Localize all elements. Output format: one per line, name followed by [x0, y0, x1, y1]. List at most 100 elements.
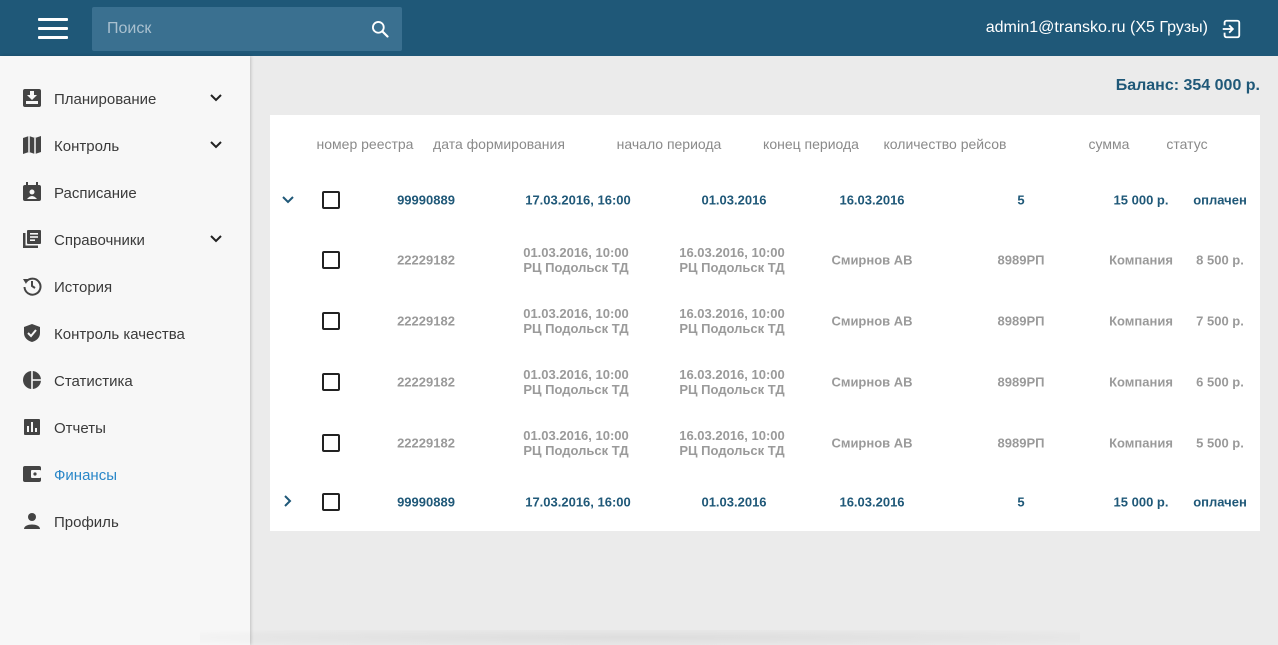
arrival: 16.03.2016, 10:00 РЦ Подольск ТД [679, 428, 785, 458]
column-header[interactable]: конец периода [763, 136, 859, 152]
column-header[interactable]: количество рейсов [884, 136, 1007, 152]
period-start: 01.03.2016 [701, 494, 767, 510]
row-checkbox[interactable] [322, 493, 340, 511]
status: оплачен [1193, 494, 1247, 510]
driver: Смирнов АВ [831, 374, 913, 390]
history-icon [23, 277, 42, 296]
created-date: 17.03.2016, 16:00 [525, 494, 631, 510]
bar-chart-icon [24, 419, 40, 435]
sidebar-item-label: Контроль [54, 138, 120, 155]
sidebar: Планирование Контроль Расписание Справоч… [0, 56, 250, 645]
shield-check-icon [24, 324, 40, 342]
row-checkbox[interactable] [322, 251, 340, 269]
top-bar: admin1@transko.ru (X5 Грузы) [0, 0, 1278, 56]
search-box [92, 7, 402, 51]
sidebar-item-label: Статистика [54, 373, 133, 390]
registry-number: 99990889 [397, 192, 455, 208]
sidebar-item-history[interactable]: История [0, 266, 250, 306]
departure: 01.03.2016, 10:00 РЦ Подольск ТД [523, 428, 629, 458]
sidebar-item-statistics[interactable]: Статистика [0, 360, 250, 400]
driver: Смирнов АВ [831, 313, 913, 329]
sidebar-item-label: Расписание [54, 185, 137, 202]
period-end: 16.03.2016 [839, 192, 905, 208]
departure: 01.03.2016, 10:00 РЦ Подольск ТД [523, 306, 629, 336]
registry-number: 99990889 [397, 494, 455, 510]
library-icon [23, 230, 41, 248]
chevron-right-icon[interactable] [280, 493, 296, 509]
chevron-down-icon[interactable] [208, 231, 224, 247]
sidebar-item-label: Контроль качества [54, 326, 185, 343]
chevron-down-icon[interactable] [280, 192, 296, 208]
driver: Смирнов АВ [831, 435, 913, 451]
carrier: Компания [1109, 313, 1173, 329]
waybill-number: 22229182 [397, 313, 455, 329]
logout-icon[interactable] [1220, 18, 1242, 40]
departure: 01.03.2016, 10:00 РЦ Подольск ТД [523, 367, 629, 397]
chevron-down-icon[interactable] [208, 137, 224, 153]
calendar-icon [23, 182, 41, 201]
column-header[interactable]: сумма [1089, 136, 1130, 152]
column-header[interactable]: начало периода [617, 136, 722, 152]
bottom-shadow [200, 630, 1080, 645]
created-date: 17.03.2016, 16:00 [525, 192, 631, 208]
menu-icon[interactable] [38, 16, 70, 42]
balance-label: Баланс: 354 000 р. [1115, 77, 1260, 94]
sidebar-item-label: Профиль [54, 514, 119, 531]
map-icon [23, 136, 41, 154]
search-input[interactable] [92, 7, 352, 51]
trips-count: 5 [1017, 192, 1025, 208]
column-header[interactable]: дата формирования [433, 136, 565, 152]
sidebar-item-label: История [54, 279, 113, 296]
amount: 7 500 р. [1196, 313, 1244, 329]
period-start: 01.03.2016 [701, 192, 767, 208]
sidebar-item-schedule[interactable]: Расписание [0, 172, 250, 212]
arrival: 16.03.2016, 10:00 РЦ Подольск ТД [679, 367, 785, 397]
row-checkbox[interactable] [322, 434, 340, 452]
column-header[interactable]: номер реестра [317, 136, 414, 152]
sidebar-item-label: Планирование [54, 91, 157, 108]
column-header[interactable]: статус [1166, 136, 1207, 152]
period-end: 16.03.2016 [839, 494, 905, 510]
sidebar-item-reports[interactable]: Отчеты [0, 407, 250, 447]
driver: Смирнов АВ [831, 252, 913, 268]
status: оплачен [1193, 192, 1247, 208]
waybill-number: 22229182 [397, 374, 455, 390]
amount: 8 500 р. [1196, 252, 1244, 268]
sidebar-item-label: Финансы [54, 467, 117, 484]
vehicle: 8989РП [997, 252, 1045, 268]
sidebar-item-label: Справочники [54, 232, 145, 249]
amount: 15 000 р. [1113, 192, 1169, 208]
amount: 6 500 р. [1196, 374, 1244, 390]
chevron-down-icon[interactable] [208, 90, 224, 106]
sidebar-item-label: Отчеты [54, 420, 106, 437]
sidebar-item-control[interactable]: Контроль [0, 125, 250, 165]
person-icon [24, 513, 40, 529]
search-icon[interactable] [370, 19, 390, 39]
waybill-number: 22229182 [397, 252, 455, 268]
sidebar-item-finance[interactable]: Финансы [0, 454, 250, 494]
vehicle: 8989РП [997, 313, 1045, 329]
waybill-number: 22229182 [397, 435, 455, 451]
trips-count: 5 [1017, 494, 1025, 510]
registry-table: номер реестра дата формирования начало п… [270, 115, 1260, 531]
sidebar-item-profile[interactable]: Профиль [0, 501, 250, 541]
row-checkbox[interactable] [322, 191, 340, 209]
row-checkbox[interactable] [322, 373, 340, 391]
wallet-icon [23, 466, 41, 482]
departure: 01.03.2016, 10:00 РЦ Подольск ТД [523, 245, 629, 275]
amount: 15 000 р. [1113, 494, 1169, 510]
vehicle: 8989РП [997, 374, 1045, 390]
vehicle: 8989РП [997, 435, 1045, 451]
sidebar-item-planning[interactable]: Планирование [0, 78, 250, 118]
arrival: 16.03.2016, 10:00 РЦ Подольск ТД [679, 306, 785, 336]
carrier: Компания [1109, 374, 1173, 390]
carrier: Компания [1109, 435, 1173, 451]
arrival: 16.03.2016, 10:00 РЦ Подольск ТД [679, 245, 785, 275]
carrier: Компания [1109, 252, 1173, 268]
sidebar-item-quality-control[interactable]: Контроль качества [0, 313, 250, 353]
amount: 5 500 р. [1196, 435, 1244, 451]
user-label[interactable]: admin1@transko.ru (X5 Грузы) [986, 19, 1208, 37]
row-checkbox[interactable] [322, 312, 340, 330]
sidebar-item-directories[interactable]: Справочники [0, 219, 250, 259]
pie-chart-icon [23, 371, 41, 389]
